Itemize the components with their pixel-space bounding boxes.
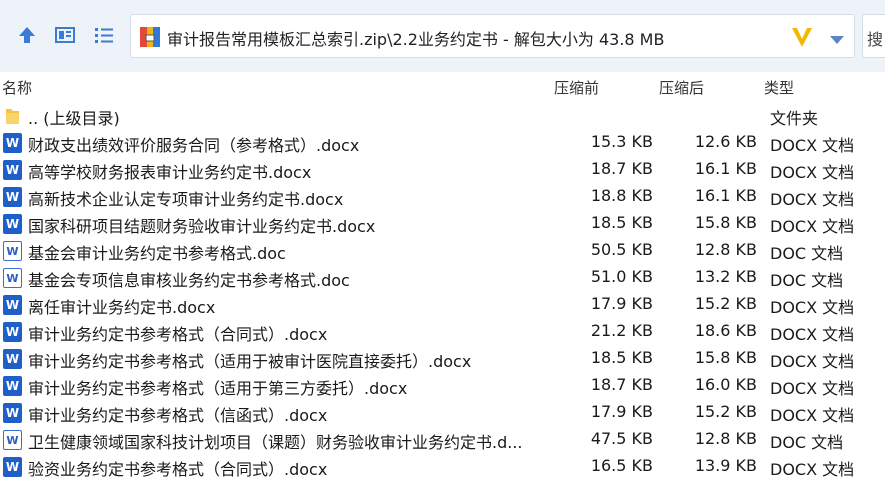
word-doc-icon: W xyxy=(3,268,22,288)
file-name: 基金会审计业务约定书参考格式.doc xyxy=(28,244,286,263)
parent-dir-label: .. (上级目录) xyxy=(28,109,120,128)
file-name: 审计业务约定书参考格式（适用于第三方委托）.docx xyxy=(28,379,408,398)
word-docx-icon: W xyxy=(3,214,22,234)
file-packed-size: 16.5 KB xyxy=(590,456,653,475)
file-type: DOCX 文档 xyxy=(770,379,855,398)
file-name: 国家科研项目结题财务验收审计业务约定书.docx xyxy=(28,217,376,236)
file-name: 验资业务约定书参考格式（合同式）.docx xyxy=(28,460,328,479)
chevron-down-icon[interactable] xyxy=(829,31,845,50)
file-compressed-size: 13.9 KB xyxy=(694,456,757,475)
up-arrow-icon[interactable] xyxy=(14,22,40,48)
word-docx-icon: W xyxy=(3,295,22,315)
file-row[interactable]: W 审计业务约定书参考格式（合同式）.docx 21.2 KB 18.6 KB DOCX… xyxy=(0,318,885,345)
file-row[interactable]: W 审计业务约定书参考格式（适用于第三方委托）.docx 18.7 KB 16.0 K… xyxy=(0,372,885,399)
file-packed-size: 18.7 KB xyxy=(590,159,653,178)
file-packed-size: 50.5 KB xyxy=(590,240,653,259)
zip-archive-icon xyxy=(139,25,161,49)
file-packed-size: 15.3 KB xyxy=(590,132,653,151)
folder-icon xyxy=(3,106,22,126)
file-packed-size: 51.0 KB xyxy=(590,267,653,286)
file-packed-size: 18.8 KB xyxy=(590,186,653,205)
word-docx-icon: W xyxy=(3,160,22,180)
word-docx-icon: W xyxy=(3,457,22,477)
word-docx-icon: W xyxy=(3,403,22,423)
parent-dir-type: 文件夹 xyxy=(770,109,819,128)
file-compressed-size: 18.6 KB xyxy=(694,321,757,340)
file-type: DOCX 文档 xyxy=(770,406,855,425)
file-packed-size: 17.9 KB xyxy=(590,294,653,313)
file-name: 审计业务约定书参考格式（合同式）.docx xyxy=(28,325,328,344)
address-path: 审计报告常用模板汇总索引.zip\2.2业务约定书 - 解包大小为 43.8 M… xyxy=(167,30,665,49)
file-row[interactable]: W 审计业务约定书参考格式（信函式）.docx 17.9 KB 15.2 KB DOCX… xyxy=(0,399,885,426)
file-row[interactable]: W 卫生健康领域国家科技计划项目（课题）财务验收审计业务约定书.d... 47.5 … xyxy=(0,426,885,453)
file-name: 卫生健康领域国家科技计划项目（课题）财务验收审计业务约定书.d... xyxy=(28,433,523,452)
file-compressed-size: 12.8 KB xyxy=(694,240,757,259)
file-packed-size: 18.7 KB xyxy=(590,375,653,394)
file-type: DOC 文档 xyxy=(770,271,844,290)
file-compressed-size: 16.0 KB xyxy=(694,375,757,394)
file-name: 财政支出绩效评价服务合同（参考格式）.docx xyxy=(28,136,360,155)
word-docx-icon: W xyxy=(3,133,22,153)
search-input[interactable]: 搜 xyxy=(862,14,885,58)
file-row[interactable]: W 国家科研项目结题财务验收审计业务约定书.docx 18.5 KB 15.8 KB D… xyxy=(0,210,885,237)
file-row[interactable]: W 基金会专项信息审核业务约定书参考格式.doc 51.0 KB 13.2 KB DOC… xyxy=(0,264,885,291)
word-docx-icon: W xyxy=(3,187,22,207)
file-type: DOCX 文档 xyxy=(770,352,855,371)
check-v-icon[interactable] xyxy=(789,24,815,54)
file-row[interactable]: W 高等学校财务报表审计业务约定书.docx 18.7 KB 16.1 KB DOCX … xyxy=(0,156,885,183)
file-compressed-size: 13.2 KB xyxy=(694,267,757,286)
file-packed-size: 47.5 KB xyxy=(590,429,653,448)
file-type: DOCX 文档 xyxy=(770,136,855,155)
file-packed-size: 18.5 KB xyxy=(590,213,653,232)
file-name: 审计业务约定书参考格式（适用于被审计医院直接委托）.docx xyxy=(28,352,472,371)
word-doc-icon: W xyxy=(3,241,22,261)
file-row[interactable]: W 离任审计业务约定书.docx 17.9 KB 15.2 KB DOCX 文档 xyxy=(0,291,885,318)
file-name: 离任审计业务约定书.docx xyxy=(28,298,216,317)
file-row[interactable]: W 基金会审计业务约定书参考格式.doc 50.5 KB 12.8 KB DOC 文档 xyxy=(0,237,885,264)
file-type: DOCX 文档 xyxy=(770,325,855,344)
file-compressed-size: 12.6 KB xyxy=(694,132,757,151)
file-type: DOCX 文档 xyxy=(770,217,855,236)
file-row[interactable]: W 验资业务约定书参考格式（合同式）.docx 16.5 KB 13.9 KB DOCX… xyxy=(0,453,885,480)
file-row[interactable]: W 财政支出绩效评价服务合同（参考格式）.docx 15.3 KB 12.6 KB DO… xyxy=(0,129,885,156)
file-type: DOCX 文档 xyxy=(770,460,855,479)
file-compressed-size: 12.8 KB xyxy=(694,429,757,448)
file-compressed-size: 15.2 KB xyxy=(694,294,757,313)
col-name[interactable]: 名称 xyxy=(2,77,32,98)
file-compressed-size: 16.1 KB xyxy=(694,186,757,205)
parent-dir-row[interactable]: .. (上级目录) 文件夹 xyxy=(0,102,885,129)
file-compressed-size: 15.8 KB xyxy=(694,348,757,367)
file-row[interactable]: W 审计业务约定书参考格式（适用于被审计医院直接委托）.docx 18.5 KB 15… xyxy=(0,345,885,372)
file-compressed-size: 15.8 KB xyxy=(694,213,757,232)
file-name: 基金会专项信息审核业务约定书参考格式.doc xyxy=(28,271,350,290)
thumbnail-view-icon[interactable] xyxy=(52,22,78,48)
word-docx-icon: W xyxy=(3,376,22,396)
file-compressed-size: 15.2 KB xyxy=(694,402,757,421)
file-type: DOCX 文档 xyxy=(770,163,855,182)
file-type: DOC 文档 xyxy=(770,244,844,263)
file-name: 高等学校财务报表审计业务约定书.docx xyxy=(28,163,312,182)
col-type[interactable]: 类型 xyxy=(764,77,794,98)
word-doc-icon: W xyxy=(3,430,22,450)
col-packed[interactable]: 压缩前 xyxy=(554,77,599,98)
file-name: 审计业务约定书参考格式（信函式）.docx xyxy=(28,406,328,425)
col-compressed[interactable]: 压缩后 xyxy=(659,77,704,98)
column-header: 名称 压缩前 压缩后 类型 xyxy=(0,72,885,100)
file-compressed-size: 16.1 KB xyxy=(694,159,757,178)
file-type: DOCX 文档 xyxy=(770,298,855,317)
file-packed-size: 21.2 KB xyxy=(590,321,653,340)
file-type: DOCX 文档 xyxy=(770,190,855,209)
address-bar[interactable]: 审计报告常用模板汇总索引.zip\2.2业务约定书 - 解包大小为 43.8 M… xyxy=(130,14,855,58)
file-row[interactable]: W 高新技术企业认定专项审计业务约定书.docx 18.8 KB 16.1 KB DOC… xyxy=(0,183,885,210)
list-view-icon[interactable] xyxy=(91,22,117,48)
word-docx-icon: W xyxy=(3,322,22,342)
word-docx-icon: W xyxy=(3,349,22,369)
file-packed-size: 17.9 KB xyxy=(590,402,653,421)
file-type: DOC 文档 xyxy=(770,433,844,452)
file-name: 高新技术企业认定专项审计业务约定书.docx xyxy=(28,190,344,209)
file-packed-size: 18.5 KB xyxy=(590,348,653,367)
toolbar: 审计报告常用模板汇总索引.zip\2.2业务约定书 - 解包大小为 43.8 M… xyxy=(0,0,885,72)
